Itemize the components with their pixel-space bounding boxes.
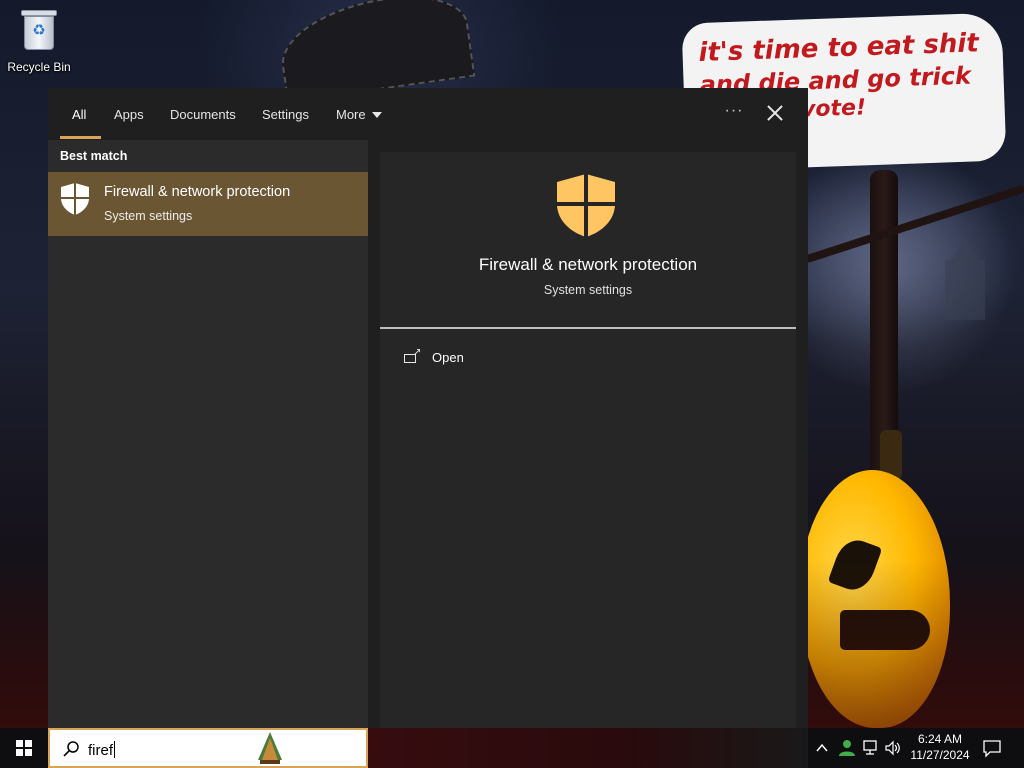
tab-apps-label: Apps [114,106,144,122]
search-input[interactable]: firef [88,741,116,759]
taskbar: firef 6:24 AM 11/27/2024 [0,728,1024,768]
tab-settings[interactable]: Settings [262,88,309,140]
taskbar-search-box[interactable]: firef [48,728,368,768]
text-caret [114,741,116,758]
search-panel: All Apps Documents Settings More ··· Bes… [48,88,808,728]
church-graphic [945,260,985,320]
tab-apps[interactable]: Apps [114,88,144,140]
open-action[interactable]: ↗ Open [380,338,796,376]
results-pane: Best match Firewall & network protection… [48,140,368,728]
tab-all-label: All [72,106,87,122]
best-match-result[interactable]: Firewall & network protection System set… [48,172,368,236]
action-center-icon[interactable] [982,738,1002,758]
preview-pane: Firewall & network protection System set… [380,152,796,728]
tab-more[interactable]: More [336,88,382,140]
tab-documents[interactable]: Documents [170,88,236,140]
preview-divider [380,327,796,329]
start-button[interactable] [0,728,48,768]
taskbar-background [368,728,808,768]
close-button[interactable] [764,102,786,124]
shield-icon [557,174,615,237]
desktop-icon-recycle-bin[interactable]: ♻ Recycle Bin [4,6,74,78]
section-heading-best-match: Best match [60,149,128,163]
active-tab-indicator [60,136,101,139]
open-window-icon: ↗ [404,347,421,364]
search-input-value: firef [88,742,114,759]
preview-subtitle: System settings [543,283,633,297]
search-icon [63,741,79,757]
chevron-down-icon [371,112,382,118]
preview-title: Firewall & network protection [478,255,698,274]
windows-logo-icon [16,740,32,756]
result-subtitle: System settings [104,209,193,223]
result-title: Firewall & network protection [104,184,291,200]
church-roof-graphic [950,238,980,262]
search-tabbar: All Apps Documents Settings More ··· [48,88,808,140]
network-icon[interactable] [862,739,880,757]
tab-documents-label: Documents [170,106,236,122]
clock-time: 6:24 AM [917,732,963,746]
shield-icon [61,183,89,215]
tab-more-label: More [336,106,366,122]
recycle-bin-icon: ♻ [21,8,57,50]
volume-icon[interactable] [884,739,902,757]
tab-settings-label: Settings [262,106,309,122]
clock-date: 11/27/2024 [910,748,970,762]
chevron-up-icon[interactable] [814,740,830,756]
more-options-button[interactable]: ··· [724,102,744,124]
tab-all[interactable]: All [72,88,86,140]
taskbar-clock[interactable]: 6:24 AM 11/27/2024 [904,731,976,763]
open-action-label: Open [432,349,464,365]
desktop-icon-label: Recycle Bin [7,60,71,74]
gnome-cursor-icon [258,732,282,764]
people-icon[interactable] [838,739,856,757]
